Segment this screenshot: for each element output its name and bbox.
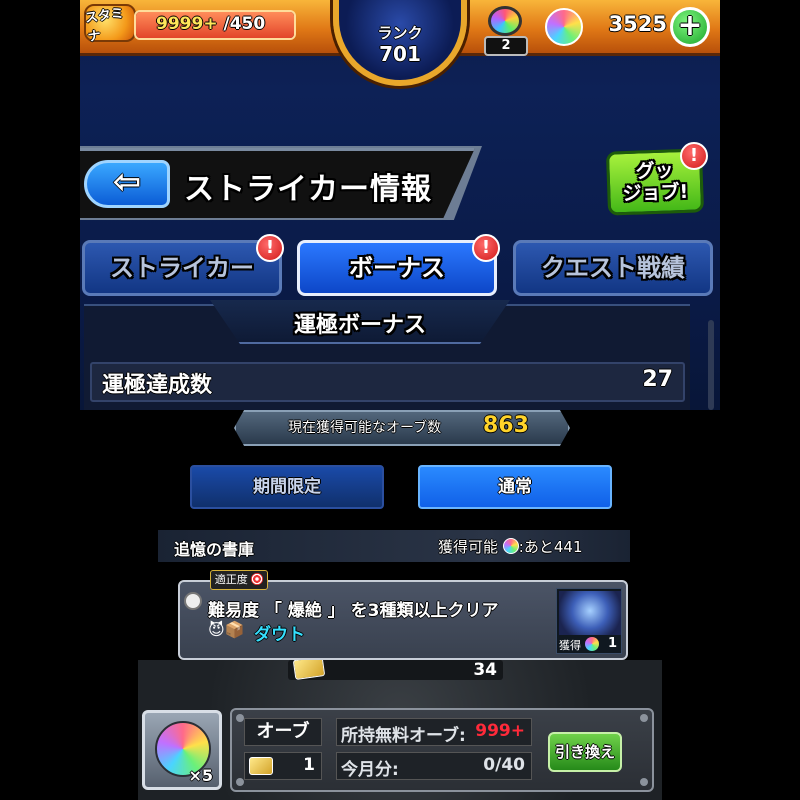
bonus-title: 運極ボーナス xyxy=(293,313,426,338)
scrollbar[interactable] xyxy=(708,320,714,410)
target-icon xyxy=(251,573,264,585)
orb-icon xyxy=(585,637,599,651)
subtab-limited[interactable]: 期間限定 xyxy=(190,465,384,509)
stamina-bar: 9999+ /450 xyxy=(134,10,296,40)
orb-gauge-icon xyxy=(488,6,522,36)
reward-count: 1 xyxy=(607,636,617,651)
good-job-line1: グッ xyxy=(635,159,674,183)
rank-label: ランク xyxy=(377,24,423,42)
tab-striker[interactable]: ストライカー xyxy=(82,240,282,296)
free-orb-value: 999+ xyxy=(475,721,525,741)
rivet-icon xyxy=(640,778,648,786)
orb-exchange-section: 34 ×5 オーブ 1 所持無料オーブ: 999+ 今月分: 0/40 引き換え xyxy=(138,660,662,800)
orb-exchange-qty: ×5 xyxy=(188,766,213,785)
monthly-value: 0/40 xyxy=(483,755,525,775)
rivet-icon xyxy=(640,714,648,722)
exchange-button[interactable]: 引き換え xyxy=(548,732,622,772)
back-button[interactable]: ⇦ xyxy=(84,160,170,208)
ticket-icon xyxy=(249,757,273,775)
bonus-row-value: 27 xyxy=(642,367,673,392)
exchange-panel: オーブ 1 所持無料オーブ: 999+ 今月分: 0/40 引き換え xyxy=(230,708,654,792)
quest-condition: 難易度 「 爆絶 」 を3種類以上クリア xyxy=(208,601,499,621)
add-orb-button[interactable]: + xyxy=(670,7,710,47)
tab-quest-record[interactable]: クエスト戦績 xyxy=(513,240,713,296)
orb-icon xyxy=(545,8,583,46)
good-job-line2: ジョブ! xyxy=(622,180,689,206)
library-remaining-prefix: 獲得可能 xyxy=(438,538,499,556)
monthly-box: 今月分: 0/40 xyxy=(336,752,532,780)
bonus-row-label: 運極達成数 xyxy=(102,373,213,398)
orb-exchange-icon: ×5 xyxy=(142,710,222,790)
alert-icon: ! xyxy=(680,142,708,170)
ticket-row-count: 34 xyxy=(473,660,497,680)
orb-available-value: 863 xyxy=(483,413,529,438)
subtab-normal[interactable]: 通常 xyxy=(418,465,612,509)
bonus-row: 運極達成数 27 xyxy=(90,362,685,402)
rivet-icon xyxy=(236,778,244,786)
striker-info-screen: スタミナ 9999+ /450 2 3525 + ランク 701 ⇦ ストライカ… xyxy=(80,0,720,410)
orb-bonus-section: 現在獲得可能なオーブ数 863 期間限定 通常 追憶の書庫 獲得可能 :あと44… xyxy=(158,410,630,660)
quest-monster-name: ダウト xyxy=(254,625,305,645)
free-orb-label: 所持無料オーブ: xyxy=(341,726,466,746)
rivet-icon xyxy=(236,714,244,722)
monster-thumbnail xyxy=(559,591,621,635)
tab-striker-label: ストライカー xyxy=(110,254,254,282)
stamina-icon: スタミナ xyxy=(84,4,136,46)
library-remaining: 獲得可能 :あと441 xyxy=(438,536,582,557)
radio-icon[interactable] xyxy=(184,592,202,610)
ticket-row: 34 xyxy=(288,660,503,680)
orb-gauge[interactable]: 2 xyxy=(482,4,530,56)
rank-value: 701 xyxy=(379,42,421,66)
rank-badge[interactable]: ランク 701 xyxy=(333,0,467,86)
ticket-count: 1 xyxy=(303,755,315,775)
page-title: ストライカー情報 xyxy=(184,172,432,207)
tab-quest-record-label: クエスト戦績 xyxy=(541,254,685,282)
stamina-max: /450 xyxy=(223,14,266,34)
stamina-text: 9999+ /450 xyxy=(156,14,265,34)
ticket-icon xyxy=(292,660,326,680)
quest-reward: 獲得 1 xyxy=(556,588,622,654)
quest-type-icons: 😈📦 xyxy=(208,620,245,639)
orb-available-label: 現在獲得可能なオーブ数 xyxy=(288,420,442,436)
ticket-box: 1 xyxy=(244,752,322,780)
alert-icon: ! xyxy=(472,234,500,262)
tab-bonus[interactable]: ボーナス xyxy=(297,240,497,296)
quest-card[interactable]: 適正度 難易度 「 爆絶 」 を3種類以上クリア 😈📦 ダウト 獲得 1 xyxy=(178,570,628,660)
orb-gauge-count: 2 xyxy=(484,36,528,56)
subtab-limited-label: 期間限定 xyxy=(253,477,321,497)
suitability-label: 適正度 xyxy=(214,573,248,586)
orb-icon xyxy=(502,538,519,554)
library-remaining-suffix: :あと441 xyxy=(518,538,583,556)
tab-bonus-label: ボーナス xyxy=(349,254,445,282)
reward-label: 獲得 xyxy=(559,639,581,652)
stamina-value: 9999+ xyxy=(156,14,218,34)
orb-label: オーブ xyxy=(244,718,322,746)
monthly-label: 今月分: xyxy=(341,760,399,780)
suitability-tag: 適正度 xyxy=(210,570,268,590)
stamina-label: スタミナ xyxy=(84,6,125,46)
free-orb-box: 所持無料オーブ: 999+ xyxy=(336,718,532,746)
orb-count: 3525 xyxy=(608,12,667,36)
library-title: 追憶の書庫 xyxy=(174,540,255,559)
subtab-normal-label: 通常 xyxy=(498,477,532,497)
alert-icon: ! xyxy=(256,234,284,262)
